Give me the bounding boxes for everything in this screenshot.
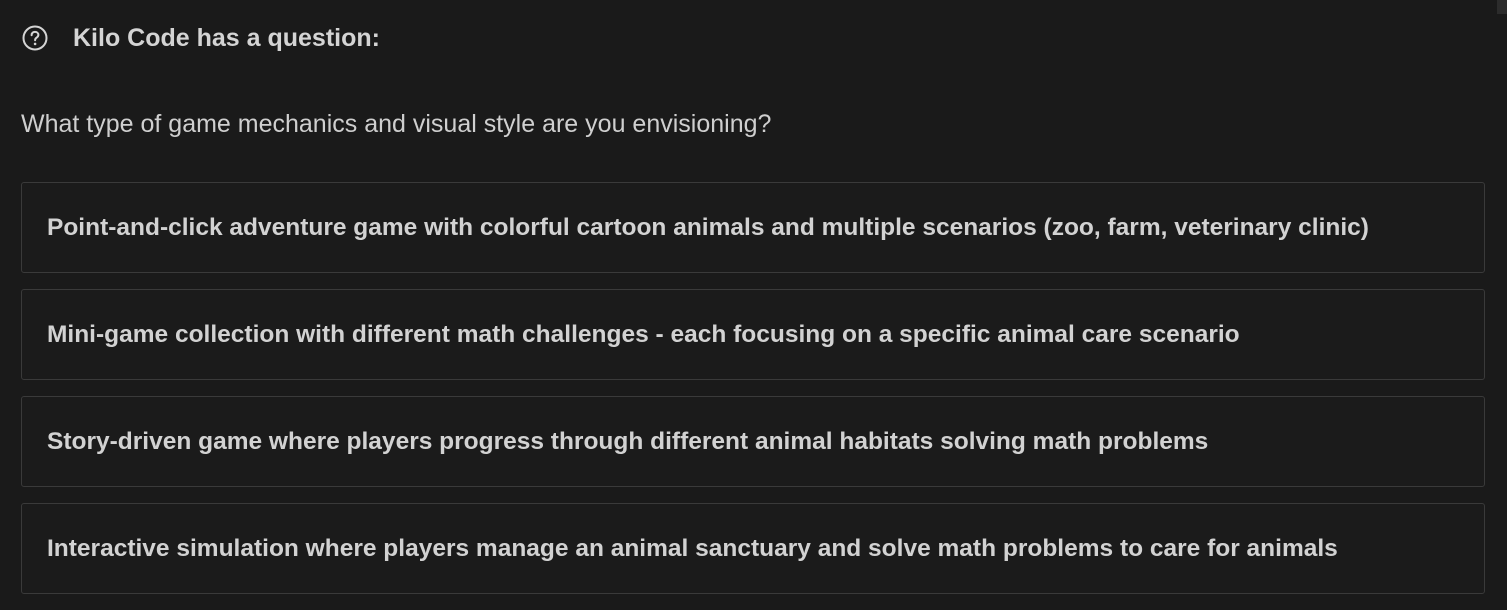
question-circle-icon	[22, 25, 48, 51]
answer-option-button[interactable]: Mini-game collection with different math…	[21, 289, 1485, 380]
question-text: What type of game mechanics and visual s…	[21, 110, 772, 138]
answer-option-button[interactable]: Interactive simulation where players man…	[21, 503, 1485, 594]
answer-option-button[interactable]: Point-and-click adventure game with colo…	[21, 182, 1485, 273]
answer-options-list: Point-and-click adventure game with colo…	[21, 182, 1485, 610]
answer-option-button[interactable]: Story-driven game where players progress…	[21, 396, 1485, 487]
scrollbar-thumb[interactable]	[1497, 0, 1507, 14]
question-header: Kilo Code has a question:	[22, 22, 380, 54]
header-title: Kilo Code has a question:	[73, 23, 380, 52]
